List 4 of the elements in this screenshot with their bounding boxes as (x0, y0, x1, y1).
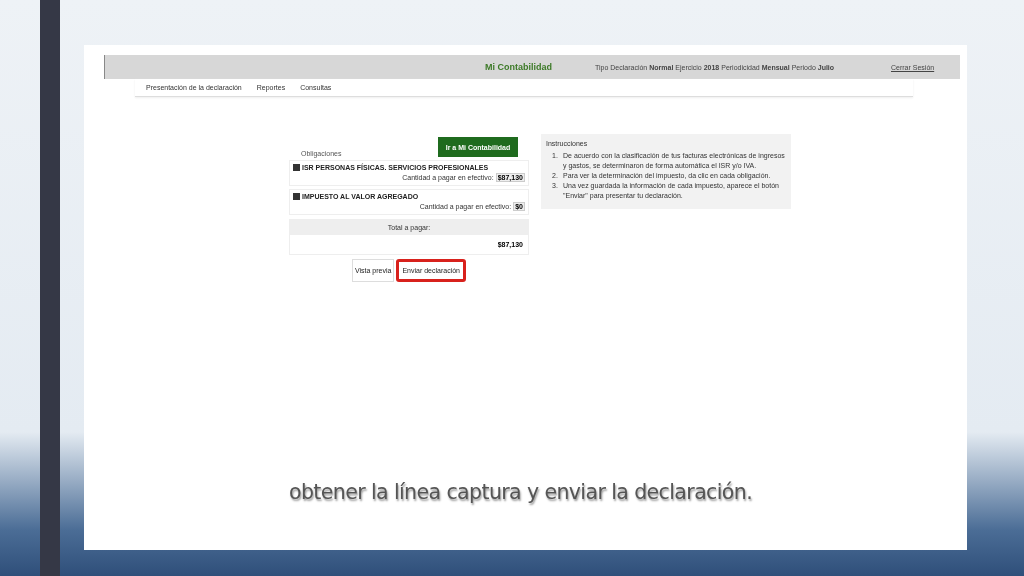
page-title: Mi Contabilidad (485, 62, 553, 72)
checkbox[interactable] (293, 164, 300, 171)
caption-text: obtener la línea captura y enviar la declaración. (289, 480, 753, 504)
checkbox[interactable] (293, 193, 300, 200)
